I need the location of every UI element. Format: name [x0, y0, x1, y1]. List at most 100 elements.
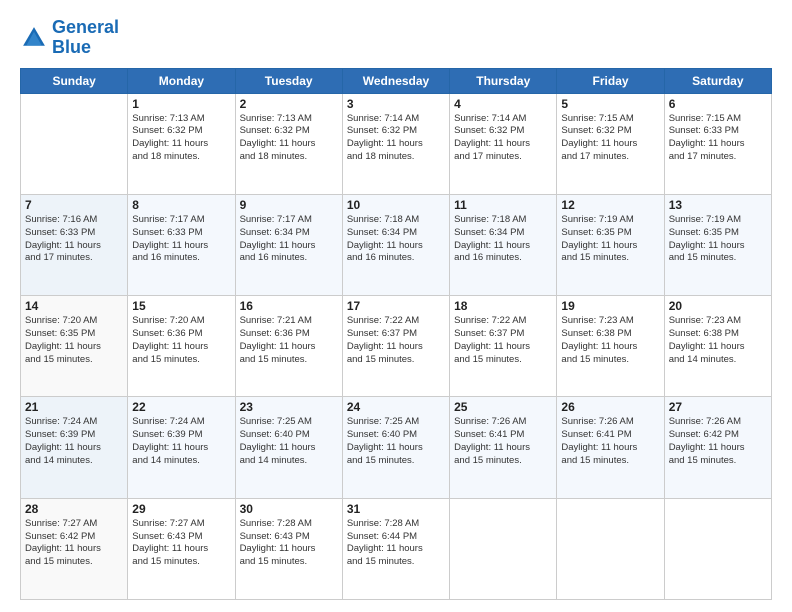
calendar-cell: 13Sunrise: 7:19 AM Sunset: 6:35 PM Dayli… [664, 194, 771, 295]
day-info: Sunrise: 7:23 AM Sunset: 6:38 PM Dayligh… [669, 315, 767, 366]
calendar-cell: 23Sunrise: 7:25 AM Sunset: 6:40 PM Dayli… [235, 397, 342, 498]
calendar-cell: 16Sunrise: 7:21 AM Sunset: 6:36 PM Dayli… [235, 296, 342, 397]
day-info: Sunrise: 7:17 AM Sunset: 6:33 PM Dayligh… [132, 214, 230, 265]
logo: General Blue [20, 18, 119, 58]
calendar-cell [557, 498, 664, 599]
day-number: 11 [454, 198, 552, 212]
calendar-cell: 9 Sunrise: 7:17 AM Sunset: 6:34 PM Daylig… [235, 194, 342, 295]
day-info: Sunrise: 7:18 AM Sunset: 6:34 PM Dayligh… [454, 214, 552, 265]
calendar-cell: 24Sunrise: 7:25 AM Sunset: 6:40 PM Dayli… [342, 397, 449, 498]
calendar-cell: 28Sunrise: 7:27 AM Sunset: 6:42 PM Dayli… [21, 498, 128, 599]
day-header-tuesday: Tuesday [235, 68, 342, 93]
calendar-cell: 6Sunrise: 7:15 AM Sunset: 6:33 PM Daylig… [664, 93, 771, 194]
day-number: 18 [454, 299, 552, 313]
calendar-week-row: 21 Sunrise: 7:24 AM Sunset: 6:39 PM Dayli… [21, 397, 772, 498]
day-number: 21 [25, 400, 123, 414]
day-info: Sunrise: 7:26 AM Sunset: 6:42 PM Dayligh… [669, 416, 767, 467]
day-info: Sunrise: 7:28 AM Sunset: 6:44 PM Dayligh… [347, 518, 445, 569]
day-number: 6 [669, 97, 767, 111]
calendar-week-row: 28Sunrise: 7:27 AM Sunset: 6:42 PM Dayli… [21, 498, 772, 599]
day-header-sunday: Sunday [21, 68, 128, 93]
calendar-cell: 25Sunrise: 7:26 AM Sunset: 6:41 PM Dayli… [450, 397, 557, 498]
calendar-cell: 12 Sunrise: 7:19 AM Sunset: 6:35 PM Dayli… [557, 194, 664, 295]
day-info: Sunrise: 7:15 AM Sunset: 6:32 PM Dayligh… [561, 113, 659, 164]
day-number: 9 [240, 198, 338, 212]
day-info: Sunrise: 7:22 AM Sunset: 6:37 PM Dayligh… [347, 315, 445, 366]
day-info: Sunrise: 7:21 AM Sunset: 6:36 PM Dayligh… [240, 315, 338, 366]
day-info: Sunrise: 7:24 AM Sunset: 6:39 PM Dayligh… [25, 416, 123, 467]
day-info: Sunrise: 7:27 AM Sunset: 6:43 PM Dayligh… [132, 518, 230, 569]
day-number: 3 [347, 97, 445, 111]
logo-icon [20, 24, 48, 52]
calendar-cell: 30 Sunrise: 7:28 AM Sunset: 6:43 PM Dayli… [235, 498, 342, 599]
calendar-week-row: 7 Sunrise: 7:16 AM Sunset: 6:33 PM Daylig… [21, 194, 772, 295]
day-number: 1 [132, 97, 230, 111]
day-info: Sunrise: 7:28 AM Sunset: 6:43 PM Dayligh… [240, 518, 338, 569]
calendar-cell: 17 Sunrise: 7:22 AM Sunset: 6:37 PM Dayli… [342, 296, 449, 397]
day-header-wednesday: Wednesday [342, 68, 449, 93]
day-info: Sunrise: 7:18 AM Sunset: 6:34 PM Dayligh… [347, 214, 445, 265]
calendar-cell: 22Sunrise: 7:24 AM Sunset: 6:39 PM Dayli… [128, 397, 235, 498]
day-header-thursday: Thursday [450, 68, 557, 93]
day-number: 20 [669, 299, 767, 313]
day-info: Sunrise: 7:14 AM Sunset: 6:32 PM Dayligh… [347, 113, 445, 164]
logo-text: General Blue [52, 18, 119, 58]
calendar-cell: 20 Sunrise: 7:23 AM Sunset: 6:38 PM Dayli… [664, 296, 771, 397]
day-number: 19 [561, 299, 659, 313]
day-header-monday: Monday [128, 68, 235, 93]
calendar-cell: 18Sunrise: 7:22 AM Sunset: 6:37 PM Dayli… [450, 296, 557, 397]
day-info: Sunrise: 7:20 AM Sunset: 6:35 PM Dayligh… [25, 315, 123, 366]
day-info: Sunrise: 7:20 AM Sunset: 6:36 PM Dayligh… [132, 315, 230, 366]
day-number: 7 [25, 198, 123, 212]
day-number: 26 [561, 400, 659, 414]
day-info: Sunrise: 7:14 AM Sunset: 6:32 PM Dayligh… [454, 113, 552, 164]
calendar-cell: 7 Sunrise: 7:16 AM Sunset: 6:33 PM Daylig… [21, 194, 128, 295]
calendar-body: 1 Sunrise: 7:13 AM Sunset: 6:32 PM Daylig… [21, 93, 772, 599]
calendar-header-row: SundayMondayTuesdayWednesdayThursdayFrid… [21, 68, 772, 93]
day-header-friday: Friday [557, 68, 664, 93]
day-header-saturday: Saturday [664, 68, 771, 93]
calendar-cell: 15 Sunrise: 7:20 AM Sunset: 6:36 PM Dayli… [128, 296, 235, 397]
calendar-table: SundayMondayTuesdayWednesdayThursdayFrid… [20, 68, 772, 600]
day-info: Sunrise: 7:16 AM Sunset: 6:33 PM Dayligh… [25, 214, 123, 265]
calendar-cell [21, 93, 128, 194]
calendar-cell: 19 Sunrise: 7:23 AM Sunset: 6:38 PM Dayli… [557, 296, 664, 397]
day-info: Sunrise: 7:25 AM Sunset: 6:40 PM Dayligh… [240, 416, 338, 467]
day-info: Sunrise: 7:17 AM Sunset: 6:34 PM Dayligh… [240, 214, 338, 265]
day-number: 27 [669, 400, 767, 414]
day-number: 31 [347, 502, 445, 516]
day-number: 2 [240, 97, 338, 111]
calendar-cell: 1Sunrise: 7:13 AM Sunset: 6:32 PM Daylig… [128, 93, 235, 194]
day-info: Sunrise: 7:19 AM Sunset: 6:35 PM Dayligh… [561, 214, 659, 265]
calendar-cell: 14 Sunrise: 7:20 AM Sunset: 6:35 PM Dayli… [21, 296, 128, 397]
calendar-cell: 2 Sunrise: 7:13 AM Sunset: 6:32 PM Daylig… [235, 93, 342, 194]
day-info: Sunrise: 7:26 AM Sunset: 6:41 PM Dayligh… [561, 416, 659, 467]
day-info: Sunrise: 7:13 AM Sunset: 6:32 PM Dayligh… [240, 113, 338, 164]
calendar-cell: 26 Sunrise: 7:26 AM Sunset: 6:41 PM Dayli… [557, 397, 664, 498]
calendar-cell [664, 498, 771, 599]
calendar-cell: 4 Sunrise: 7:14 AM Sunset: 6:32 PM Daylig… [450, 93, 557, 194]
day-info: Sunrise: 7:24 AM Sunset: 6:39 PM Dayligh… [132, 416, 230, 467]
calendar-cell: 27 Sunrise: 7:26 AM Sunset: 6:42 PM Dayli… [664, 397, 771, 498]
day-number: 29 [132, 502, 230, 516]
calendar-cell: 8 Sunrise: 7:17 AM Sunset: 6:33 PM Daylig… [128, 194, 235, 295]
day-number: 17 [347, 299, 445, 313]
calendar-week-row: 14 Sunrise: 7:20 AM Sunset: 6:35 PM Dayli… [21, 296, 772, 397]
day-info: Sunrise: 7:25 AM Sunset: 6:40 PM Dayligh… [347, 416, 445, 467]
day-number: 15 [132, 299, 230, 313]
calendar-cell: 31 Sunrise: 7:28 AM Sunset: 6:44 PM Dayli… [342, 498, 449, 599]
day-number: 12 [561, 198, 659, 212]
calendar-cell: 11 Sunrise: 7:18 AM Sunset: 6:34 PM Dayli… [450, 194, 557, 295]
day-info: Sunrise: 7:23 AM Sunset: 6:38 PM Dayligh… [561, 315, 659, 366]
header: General Blue [20, 18, 772, 58]
day-number: 4 [454, 97, 552, 111]
calendar-cell: 10Sunrise: 7:18 AM Sunset: 6:34 PM Dayli… [342, 194, 449, 295]
calendar-cell [450, 498, 557, 599]
day-number: 8 [132, 198, 230, 212]
day-number: 25 [454, 400, 552, 414]
day-number: 14 [25, 299, 123, 313]
calendar-cell: 21 Sunrise: 7:24 AM Sunset: 6:39 PM Dayli… [21, 397, 128, 498]
calendar-cell: 5Sunrise: 7:15 AM Sunset: 6:32 PM Daylig… [557, 93, 664, 194]
day-number: 30 [240, 502, 338, 516]
page: General Blue SundayMondayTuesdayWednesda… [0, 0, 792, 612]
